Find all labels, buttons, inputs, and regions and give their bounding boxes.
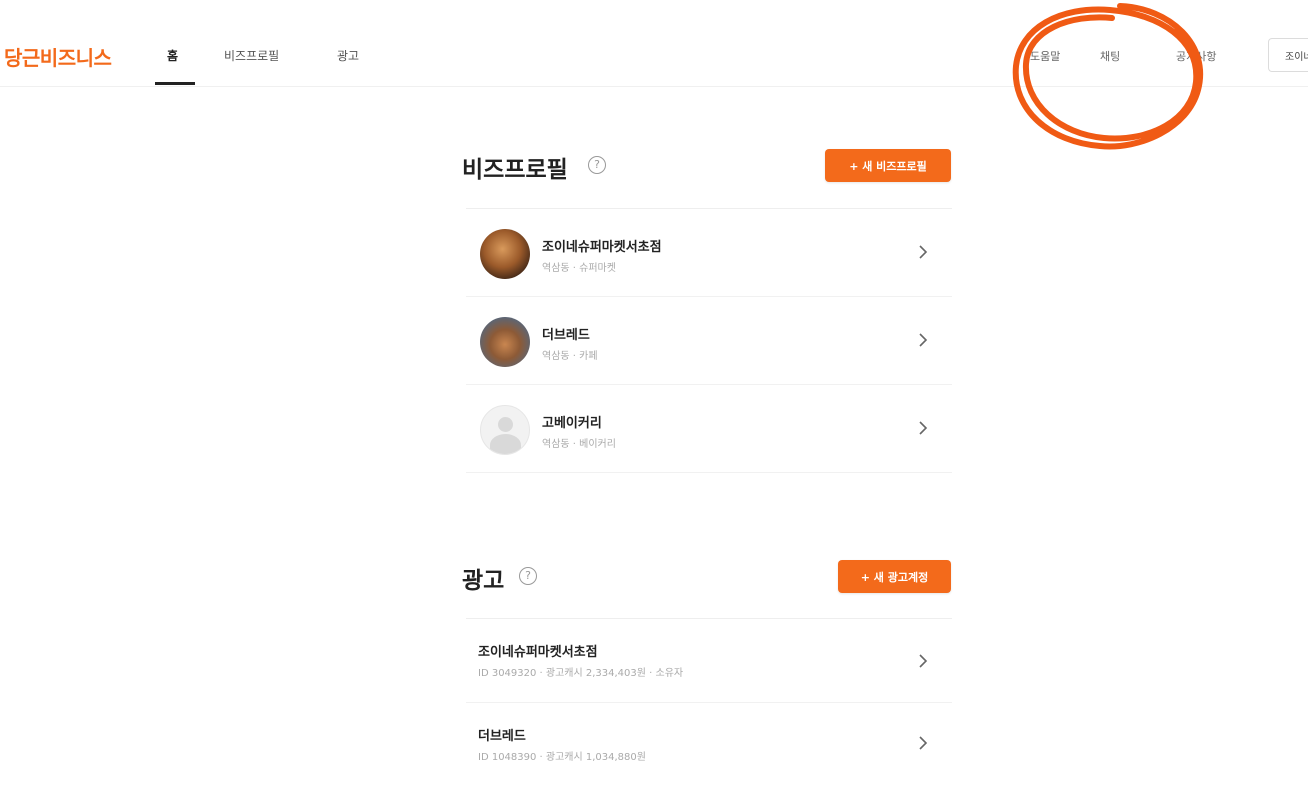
default-avatar-icon [480, 405, 530, 455]
bizprofile-meta: 역삼동 · 카페 [542, 351, 598, 362]
ad-account-list-item[interactable]: 더브레드 ID 1048390 · 광고캐시 1,034,880원 [466, 703, 952, 787]
store-avatar [480, 229, 530, 279]
chevron-right-icon [919, 421, 928, 435]
active-tab-indicator [155, 82, 195, 85]
bizprofile-help-icon[interactable]: ? [588, 156, 606, 174]
chevron-right-icon [919, 333, 928, 347]
bizprofile-meta: 역삼동 · 슈퍼마켓 [542, 263, 616, 274]
bizprofile-name: 더브레드 [542, 328, 590, 343]
bread-avatar [480, 317, 530, 367]
ad-account-name: 더브레드 [478, 729, 526, 744]
bizprofile-section-title: 비즈프로필 [462, 157, 568, 183]
account-menu-button[interactable]: 조이네 [1268, 38, 1308, 72]
chevron-right-icon [919, 654, 928, 668]
bizprofile-list-item[interactable]: 고베이커리 역삼동 · 베이커리 [466, 385, 952, 473]
ad-account-meta: ID 1048390 · 광고캐시 1,034,880원 [478, 752, 646, 763]
chevron-right-icon [919, 736, 928, 750]
ad-account-list-item[interactable]: 조이네슈퍼마켓서초점 ID 3049320 · 광고캐시 2,334,403원 … [466, 619, 952, 703]
new-bizprofile-button[interactable]: + 새 비즈프로필 [825, 149, 951, 182]
tab-ads[interactable]: 광고 [337, 47, 359, 64]
bizprofile-name: 조이네슈퍼마켓서초점 [542, 240, 662, 255]
brand-logo[interactable]: 당근비즈니스 [4, 42, 112, 71]
ads-help-icon[interactable]: ? [519, 567, 537, 585]
ads-section-title: 광고 [462, 568, 505, 594]
bizprofile-name: 고베이커리 [542, 416, 602, 431]
tab-bizprofile[interactable]: 비즈프로필 [224, 47, 279, 64]
row-divider [466, 472, 952, 473]
new-ad-account-button[interactable]: + 새 광고계정 [838, 560, 951, 593]
bizprofile-list-item[interactable]: 조이네슈퍼마켓서초점 역삼동 · 슈퍼마켓 [466, 209, 952, 297]
chevron-right-icon [919, 245, 928, 259]
tab-home[interactable]: 홈 [167, 47, 178, 64]
bizprofile-list-item[interactable]: 더브레드 역삼동 · 카페 [466, 297, 952, 385]
annotation-circle [1012, 3, 1203, 150]
bizprofile-meta: 역삼동 · 베이커리 [542, 439, 616, 450]
ad-account-name: 조이네슈퍼마켓서초점 [478, 645, 598, 660]
ad-account-meta: ID 3049320 · 광고캐시 2,334,403원 · 소유자 [478, 668, 684, 679]
